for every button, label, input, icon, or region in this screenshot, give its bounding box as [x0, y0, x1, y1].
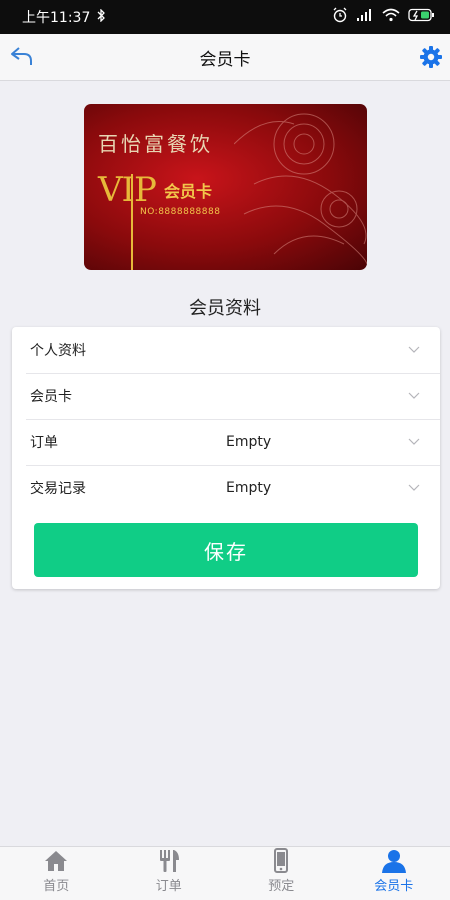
save-button[interactable]: 保存 — [34, 523, 418, 577]
signal-icon — [356, 8, 374, 26]
card-number: NO:8888888888 — [140, 207, 221, 217]
chevron-down-icon — [408, 346, 420, 353]
bottom-tab-bar: 首页 订单 预定 会员卡 — [0, 846, 450, 900]
row-orders[interactable]: 订单 Empty — [12, 419, 440, 465]
bluetooth-icon — [96, 7, 106, 26]
wifi-icon — [382, 8, 400, 26]
row-member-card[interactable]: 会员卡 — [12, 373, 440, 419]
row-label: 会员卡 — [30, 389, 72, 405]
tab-orders[interactable]: 订单 — [113, 847, 226, 900]
status-time: 上午11:37 — [22, 10, 91, 26]
tab-member-card[interactable]: 会员卡 — [338, 847, 450, 900]
row-value: Empty — [226, 434, 272, 450]
back-button[interactable] — [8, 43, 36, 71]
tab-label: 订单 — [155, 879, 182, 894]
user-icon — [381, 850, 406, 873]
card-swirl-pattern — [234, 113, 367, 265]
member-info-panel: 个人资料 会员卡 订单 Empty 交易记录 Empty 保存 — [12, 327, 440, 589]
row-label: 交易记录 — [30, 481, 86, 497]
settings-button[interactable] — [418, 44, 444, 70]
phone-icon — [274, 848, 289, 873]
chevron-down-icon — [408, 438, 420, 445]
chevron-down-icon — [408, 392, 420, 399]
card-vip-text: VIP — [98, 170, 157, 210]
card-member-label: 会员卡 — [164, 182, 213, 201]
home-icon — [45, 851, 68, 871]
row-personal-info[interactable]: 个人资料 — [12, 327, 440, 373]
gear-icon — [420, 46, 442, 68]
tab-label: 预定 — [268, 879, 295, 894]
nav-bar: 会员卡 — [0, 34, 450, 81]
tab-label: 首页 — [43, 879, 70, 894]
row-value: Empty — [226, 480, 272, 496]
tab-reserve[interactable]: 预定 — [225, 847, 338, 900]
back-arrow-icon — [11, 47, 32, 65]
fork-knife-icon — [159, 850, 179, 872]
section-title: 会员资料 — [189, 298, 261, 319]
row-label: 个人资料 — [30, 343, 86, 359]
row-label: 订单 — [30, 435, 58, 451]
alarm-icon — [332, 7, 348, 27]
tab-label: 会员卡 — [374, 879, 414, 894]
card-brand-name: 百怡富餐饮 — [98, 132, 213, 156]
page-title: 会员卡 — [199, 49, 251, 70]
battery-icon — [408, 8, 436, 26]
tab-home[interactable]: 首页 — [0, 847, 113, 900]
chevron-down-icon — [408, 484, 420, 491]
status-bar: 上午11:37 — [0, 0, 450, 34]
vip-card-image: 百怡富餐饮 VIP 会员卡 NO:8888888888 — [84, 104, 367, 270]
row-transaction-records[interactable]: 交易记录 Empty — [12, 465, 440, 511]
